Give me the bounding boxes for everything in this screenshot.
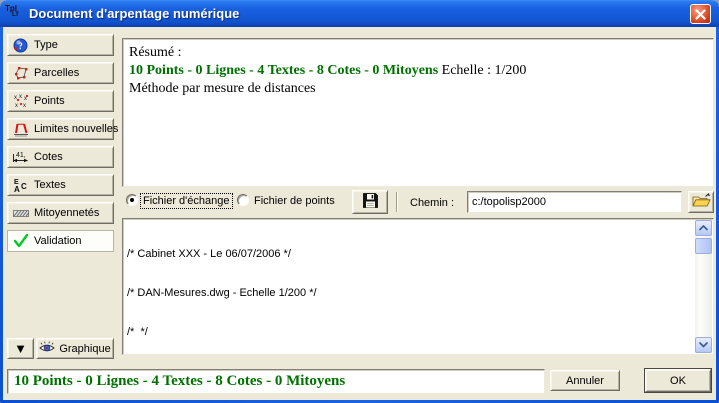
summary-counts-line: 10 Points - 0 Lignes - 4 Textes - 8 Cote… [129, 62, 707, 80]
points-icon: x x x x x [12, 93, 29, 110]
help-icon: ? [12, 37, 29, 54]
ok-button[interactable]: OK [645, 369, 711, 392]
editor-line: /* DAN-Mesures.dwg - Echelle 1/200 */ [127, 287, 693, 300]
open-folder-icon [692, 193, 711, 211]
dimension-icon: 41, [12, 149, 29, 166]
sidebar-button-label: Parcelles [34, 67, 79, 79]
scrollbar-thumb[interactable] [695, 238, 712, 254]
editor-content: /* Cabinet XXX - Le 06/07/2006 */ /* DAN… [127, 222, 693, 355]
browse-button[interactable] [688, 191, 714, 213]
sidebar-button-label: Validation [34, 235, 82, 247]
sidebar-button-limites-nouvelles[interactable]: Limites nouvelles [7, 118, 114, 140]
exchange-file-textarea[interactable]: /* Cabinet XXX - Le 06/07/2006 */ /* DAN… [122, 218, 714, 355]
chemin-label: Chemin : [410, 197, 454, 209]
svg-text:A: A [14, 185, 20, 193]
editor-line: /* */ [127, 326, 693, 339]
title-bar[interactable]: Tpl LT Document d'arpentage numérique [0, 0, 719, 27]
summary-title: Résumé : [129, 44, 707, 62]
vertical-scrollbar[interactable] [695, 220, 712, 353]
floppy-disk-icon [362, 192, 379, 212]
sidebar-button-points[interactable]: x x x x x Points [7, 90, 114, 112]
svg-text:?: ? [18, 41, 23, 51]
window-title: Document d'arpentage numérique [29, 6, 239, 21]
sidebar-button-label: Type [34, 39, 58, 51]
close-icon [695, 9, 706, 20]
sidebar-button-label: Limites nouvelles [34, 123, 118, 135]
sidebar-button-textes[interactable]: E A C Textes [7, 174, 114, 196]
graphique-button[interactable]: Graphique [36, 338, 114, 359]
sidebar-button-label: Textes [34, 179, 66, 191]
svg-text:x: x [15, 103, 18, 109]
close-button[interactable] [690, 4, 711, 24]
chevron-down-icon [699, 342, 708, 348]
svg-text:C: C [21, 182, 27, 191]
new-limits-icon [12, 121, 29, 138]
sidebar-button-cotes[interactable]: 41, Cotes [7, 146, 114, 168]
editor-line: /* Cabinet XXX - Le 06/07/2006 */ [127, 248, 693, 261]
radio-fichier-points-label[interactable]: Fichier de points [252, 194, 337, 208]
texts-icon: E A C [12, 177, 29, 194]
svg-text:x: x [19, 94, 22, 100]
radio-fichier-points[interactable] [237, 194, 249, 206]
status-summary-box: 10 Points - 0 Lignes - 4 Textes - 8 Cote… [7, 369, 545, 394]
app-icon: Tpl LT [5, 5, 25, 23]
sidebar-button-parcelles[interactable]: Parcelles [7, 62, 114, 84]
save-button[interactable] [352, 190, 388, 214]
chevron-up-icon [699, 225, 708, 231]
cancel-button[interactable]: Annuler [550, 370, 620, 391]
eye-icon [39, 341, 55, 357]
expand-button[interactable]: ▼ [7, 338, 34, 359]
scroll-up-button[interactable] [695, 220, 712, 236]
svg-text:41,: 41, [16, 152, 26, 159]
dialog-window: Tpl LT Document d'arpentage numérique ? … [0, 0, 719, 403]
svg-text:x: x [23, 103, 26, 109]
sidebar-button-mitoyennetes[interactable]: Mitoyennetés [7, 202, 114, 224]
summary-scale: Echelle : 1/200 [438, 63, 526, 78]
sidebar-button-label: Points [34, 95, 65, 107]
hatch-icon [12, 205, 29, 222]
chemin-input[interactable] [467, 191, 682, 213]
triangle-down-icon: ▼ [14, 342, 27, 355]
sidebar-button-label: Cotes [34, 151, 63, 163]
radio-fichier-echange-label[interactable]: Fichier d'échange [140, 193, 233, 209]
parcel-polygon-icon [12, 65, 29, 82]
sidebar-button-validation[interactable]: Validation [7, 230, 114, 252]
sidebar-button-label: Mitoyennetés [34, 207, 99, 219]
summary-counts: 10 Points - 0 Lignes - 4 Textes - 8 Cote… [129, 63, 438, 78]
status-summary-text: 10 Points - 0 Lignes - 4 Textes - 8 Cote… [14, 373, 345, 390]
summary-method: Méthode par mesure de distances [129, 80, 707, 98]
window-border-left [0, 27, 3, 403]
check-icon [12, 233, 29, 250]
sidebar-button-type[interactable]: ? Type [7, 34, 114, 56]
svg-text:x: x [14, 95, 17, 101]
scroll-down-button[interactable] [695, 337, 712, 353]
summary-panel: Résumé : 10 Points - 0 Lignes - 4 Textes… [122, 38, 714, 187]
toolbar-separator [396, 192, 398, 212]
graphique-button-label: Graphique [59, 343, 110, 355]
radio-fichier-echange[interactable] [126, 194, 138, 206]
